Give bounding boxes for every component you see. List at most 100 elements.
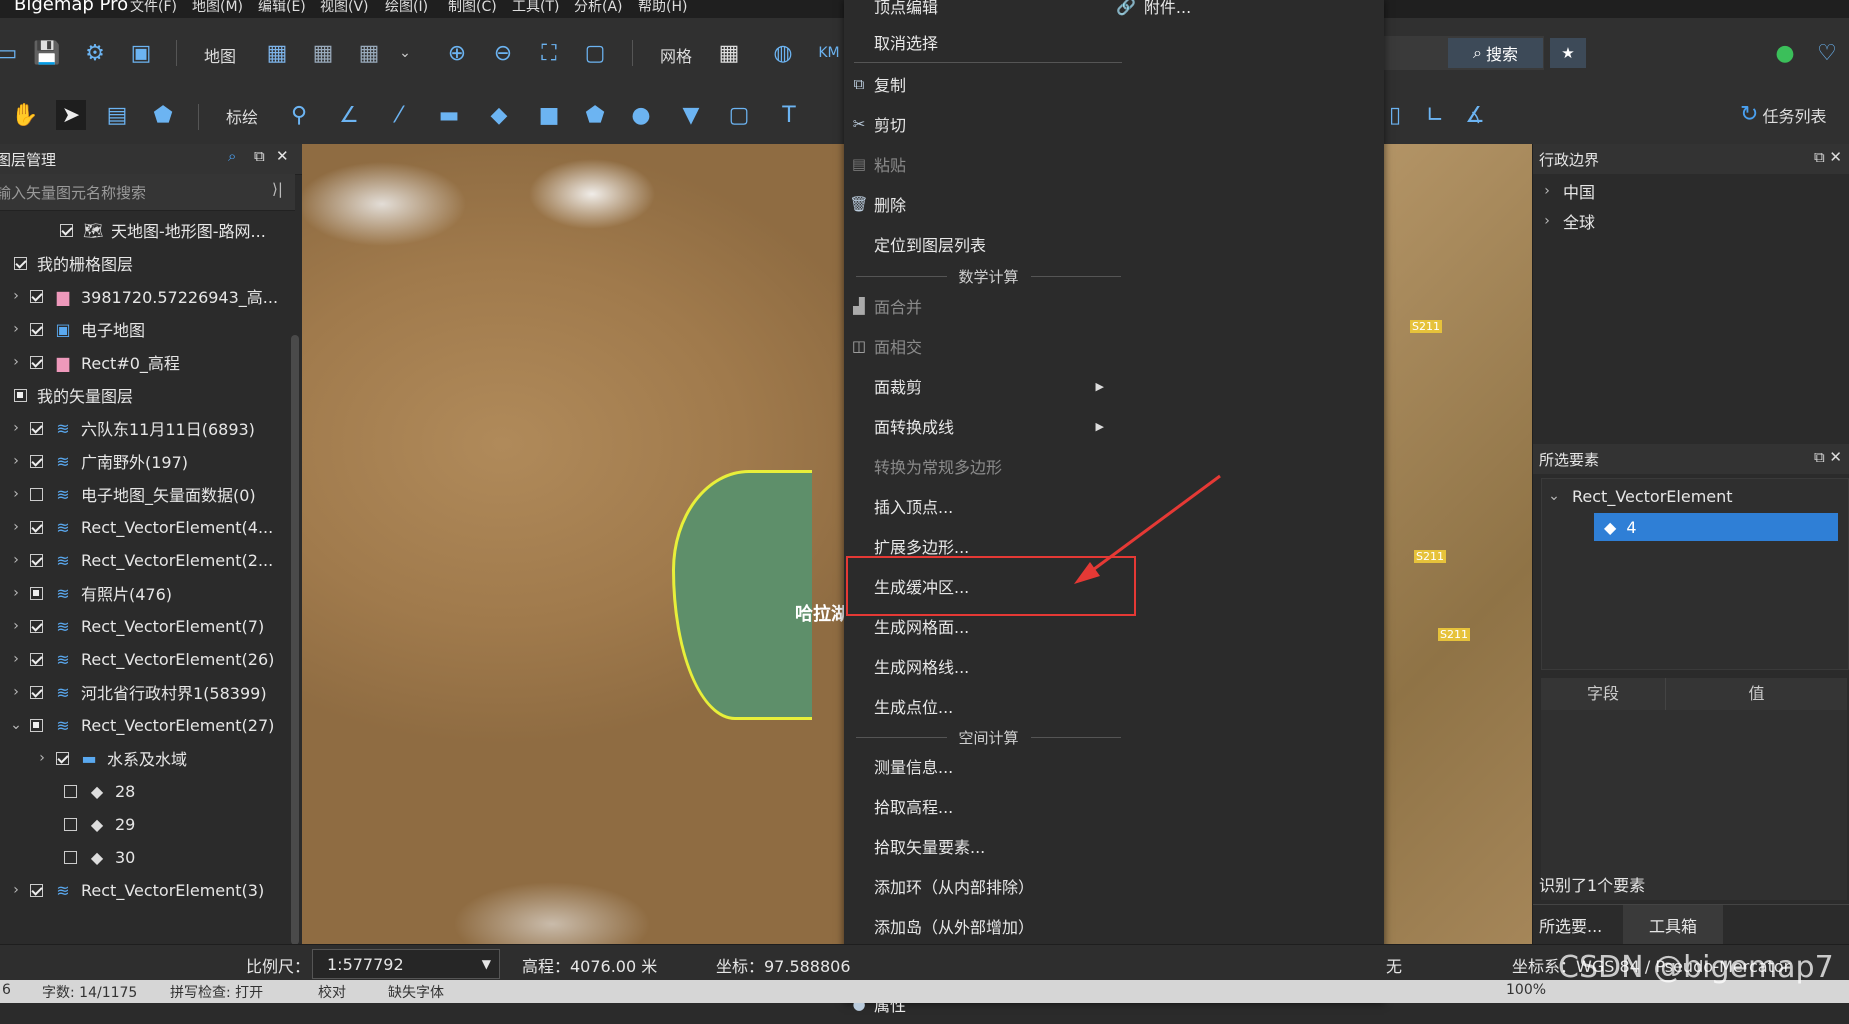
area-measure-icon[interactable]: ▢ [724, 100, 754, 130]
chevron-down-icon[interactable]: ⌄ [1546, 488, 1562, 504]
tab-selected[interactable]: 所选要... [1539, 913, 1602, 937]
menu-points[interactable]: 生成点位... [844, 686, 1114, 726]
polyline-icon[interactable]: ∠ [334, 100, 364, 130]
chevron-right-icon[interactable]: › [8, 684, 24, 700]
tree-group[interactable]: 我的矢量图层 [8, 380, 133, 410]
chevron-right-icon[interactable]: › [8, 321, 24, 337]
circle-icon[interactable]: ● [626, 100, 656, 130]
line-icon[interactable]: ⁄ [384, 100, 414, 130]
chevron-down-icon[interactable]: ⌄ [390, 38, 420, 68]
chevron-right-icon[interactable]: › [1539, 213, 1555, 229]
chevron-right-icon[interactable]: › [1539, 183, 1555, 199]
chevron-right-icon[interactable]: › [8, 618, 24, 634]
menu-paste[interactable]: ▤ 粘贴 [844, 144, 1114, 184]
menu-tools[interactable]: 工具(T) [512, 0, 559, 16]
tree-item[interactable]: › ≋ 河北省行政村界1(58399) [8, 677, 266, 707]
save-icon[interactable]: 💾 [32, 38, 62, 68]
tree-item[interactable]: › ▆ 3981720.57226943_高... [8, 281, 278, 311]
selected-feature-row[interactable]: ◆ 4 [1594, 513, 1838, 541]
tree-item[interactable]: › ≋ 广南野外(197) [8, 446, 188, 476]
menu-attachment[interactable]: 🔗 附件... [1116, 0, 1191, 26]
admin-item-china[interactable]: › 中国 [1539, 176, 1595, 206]
tree-item[interactable]: › ≋ Rect_VectorElement(26) [8, 644, 274, 674]
close-icon[interactable]: ⧉ ✕ [1814, 448, 1842, 466]
tree-item[interactable]: › ≋ 电子地图_矢量面数据(0) [8, 479, 255, 509]
menu-pick-vector[interactable]: 拾取矢量要素... [844, 826, 1114, 866]
open-icon[interactable]: ▭ [0, 38, 22, 68]
layer-scrollbar[interactable] [291, 335, 299, 945]
image-icon[interactable]: ▣ [126, 38, 156, 68]
chevron-right-icon[interactable]: › [34, 750, 50, 766]
ruler-icon[interactable]: ▯ [1380, 100, 1410, 130]
square-icon[interactable]: ■ [534, 100, 564, 130]
marker-icon[interactable]: ⚲ [284, 100, 314, 130]
zoom-level[interactable]: 100% [1506, 982, 1546, 998]
settings-icon[interactable]: ⚙ [80, 38, 110, 68]
grid-icon[interactable]: ▦ [714, 38, 744, 68]
tree-item[interactable]: › ≋ Rect_VectorElement(3) [8, 875, 264, 905]
chevron-right-icon[interactable]: › [8, 585, 24, 601]
tree-item[interactable]: › ▆ Rect#0_高程 [8, 347, 180, 377]
tree-item[interactable]: › ≋ Rect_VectorElement(4... [8, 512, 273, 542]
km-icon[interactable]: KM [814, 38, 844, 68]
menu-locate-layer[interactable]: 定位到图层列表 [844, 224, 1114, 264]
close-icon[interactable]: ✕ [276, 147, 289, 165]
rectangle-icon[interactable]: ▬ [434, 100, 464, 130]
hybrid-icon[interactable]: ▦ [354, 38, 384, 68]
hand-icon[interactable]: ✋ [10, 100, 40, 130]
satellite-icon[interactable]: ▦ [308, 38, 338, 68]
menu-clip[interactable]: 面裁剪 ▶ [844, 366, 1114, 406]
menu-view[interactable]: 视图(V) [320, 0, 369, 16]
restore-icon[interactable]: ⧉ [254, 147, 265, 165]
angle-icon[interactable]: ∟ [1420, 100, 1450, 130]
chevron-right-icon[interactable]: › [8, 354, 24, 370]
menu-edit[interactable]: 编辑(E) [258, 0, 306, 16]
chevron-right-icon[interactable]: › [8, 486, 24, 502]
scale-select[interactable]: 1:577792 ▼ [312, 949, 500, 979]
menu-file[interactable]: 文件(F) [130, 0, 177, 16]
close-icon[interactable]: ⧉ ✕ [1814, 148, 1842, 166]
spell-check[interactable]: 拼写检查: 打开 [170, 982, 263, 1002]
tree-group[interactable]: 我的栅格图层 [8, 248, 133, 278]
select-poly-icon[interactable]: ⬟ [148, 100, 178, 130]
arrow-shape-icon[interactable]: ◆ [484, 100, 514, 130]
fullscreen-icon[interactable]: ▢ [580, 38, 610, 68]
task-list-button[interactable]: ↻ 任务列表 [1740, 102, 1826, 127]
menu-pick-elevation[interactable]: 拾取高程... [844, 786, 1114, 826]
chevron-right-icon[interactable]: › [8, 519, 24, 535]
menu-grid-line[interactable]: 生成网格线... [844, 646, 1114, 686]
tree-item[interactable]: › ≋ Rect_VectorElement(2... [8, 545, 273, 575]
admin-item-global[interactable]: › 全球 [1539, 206, 1595, 236]
menu-draw[interactable]: 绘图(I) [385, 0, 428, 16]
tree-item[interactable]: ⌄ ≋ Rect_VectorElement(27) [8, 710, 274, 740]
collapse-icon[interactable]: ⟩| [272, 180, 283, 198]
tree-item[interactable]: ◆ 28 [58, 776, 135, 806]
chevron-right-icon[interactable]: › [8, 552, 24, 568]
menu-union[interactable]: ▟ 面合并 [844, 286, 1114, 326]
menu-delete[interactable]: 🗑 删除 [844, 184, 1114, 224]
pointer-icon[interactable]: ➤ [56, 100, 86, 130]
toolbar-draw-label[interactable]: 标绘 [226, 104, 258, 128]
text-icon[interactable]: T [774, 100, 804, 130]
chevron-right-icon[interactable]: › [8, 420, 24, 436]
globe-icon[interactable]: ◍ [768, 38, 798, 68]
menu-add-island[interactable]: 添加岛（从外部增加） [844, 906, 1114, 946]
toolbar-grid-label[interactable]: 网格 [660, 43, 692, 67]
star-icon[interactable]: ★ [1550, 38, 1586, 68]
tree-item[interactable]: ◆ 30 [58, 842, 135, 872]
menu-add-ring[interactable]: 添加环（从内部排除） [844, 866, 1114, 906]
chevron-right-icon[interactable]: › [8, 453, 24, 469]
selected-polygon[interactable] [672, 470, 812, 720]
heart-icon[interactable]: ♡ [1812, 38, 1842, 68]
map-canvas-right[interactable]: S211 S211 S211 [1380, 144, 1532, 944]
tree-item[interactable]: 🗺 天地图-地形图-路网... [54, 215, 266, 245]
tree-item[interactable]: › ≋ 有照片(476) [8, 578, 172, 608]
menu-cut[interactable]: ✂ 剪切 [844, 104, 1114, 144]
search-button[interactable]: ⌕ 搜索 [1448, 38, 1543, 68]
chevron-right-icon[interactable]: › [8, 651, 24, 667]
menu-intersect[interactable]: ◫ 面相交 [844, 326, 1114, 366]
zoom-out-icon[interactable]: ⊖ [488, 38, 518, 68]
pentagon-icon[interactable]: ⬟ [580, 100, 610, 130]
tree-item[interactable]: › ▬ 水系及水域 [34, 743, 187, 773]
menu-copy[interactable]: ⧉ 复制 [844, 64, 1114, 104]
